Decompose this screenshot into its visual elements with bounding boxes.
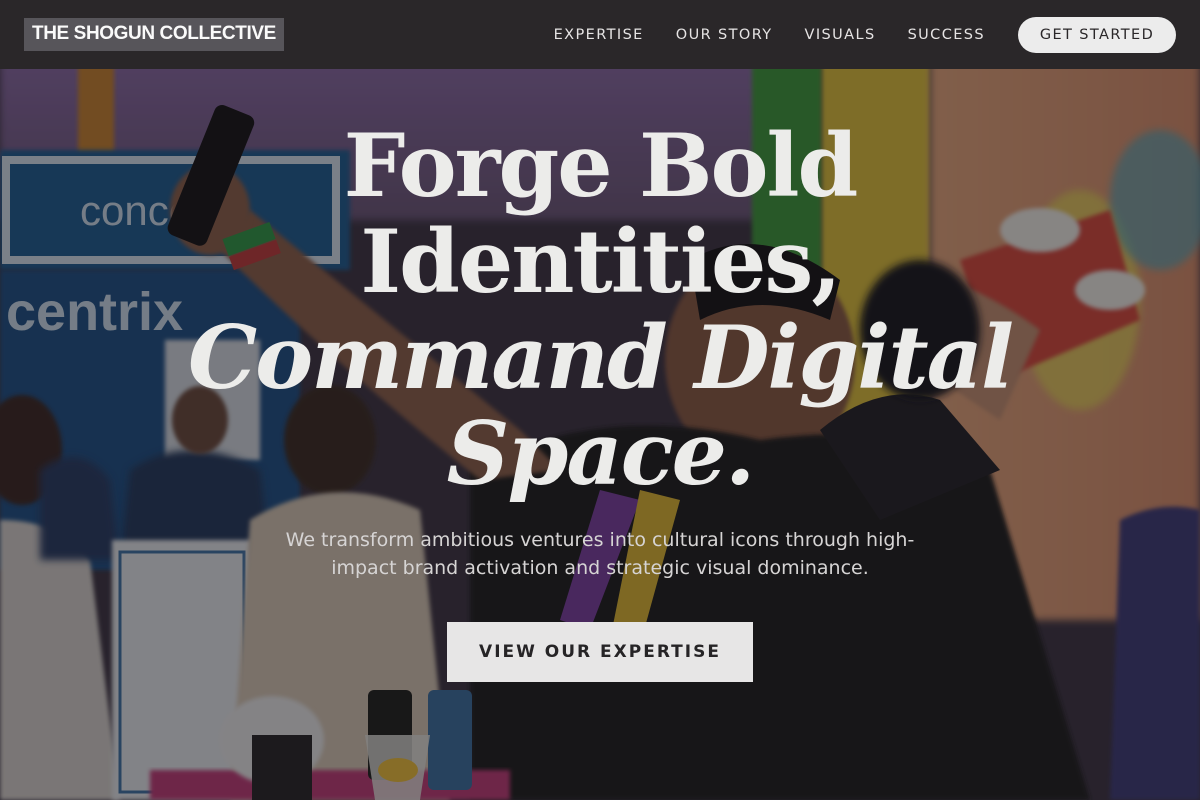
hero-headline: Forge Bold Identities, Command Digital S… bbox=[0, 118, 1200, 502]
get-started-button[interactable]: GET STARTED bbox=[1018, 16, 1176, 53]
top-nav: THE SHOGUN COLLECTIVE EXPERTISE OUR STOR… bbox=[0, 0, 1200, 69]
headline-line-4: Space. bbox=[446, 402, 756, 505]
nav-links: EXPERTISE OUR STORY VISUALS SUCCESS bbox=[554, 27, 985, 43]
nav-link-our-story[interactable]: OUR STORY bbox=[676, 27, 773, 43]
brand-logo[interactable]: THE SHOGUN COLLECTIVE bbox=[24, 18, 284, 51]
nav-link-expertise[interactable]: EXPERTISE bbox=[554, 27, 644, 43]
view-expertise-button[interactable]: VIEW OUR EXPERTISE bbox=[447, 622, 753, 682]
headline-line-3: Command Digital bbox=[187, 306, 1014, 409]
headline-line-1: Forge Bold bbox=[343, 114, 859, 217]
nav-link-visuals[interactable]: VISUALS bbox=[805, 27, 876, 43]
hero-subtext: We transform ambitious ventures into cul… bbox=[285, 529, 915, 579]
nav-link-success[interactable]: SUCCESS bbox=[908, 27, 985, 43]
headline-line-2: Identities, bbox=[360, 210, 841, 313]
